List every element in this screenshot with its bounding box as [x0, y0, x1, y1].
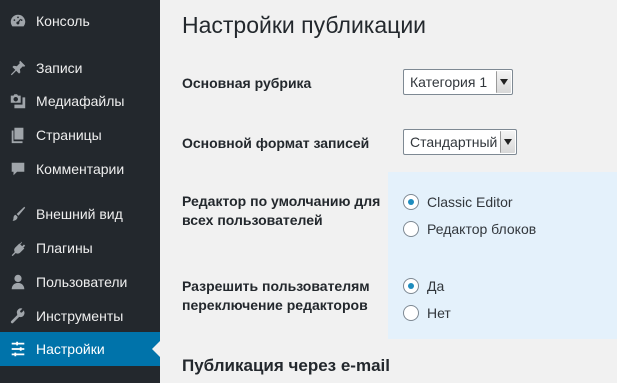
sidebar-item-pages[interactable]: Страницы: [0, 118, 160, 152]
default-category-label: Основная рубрика: [182, 75, 312, 91]
sidebar-item-dashboard[interactable]: Консоль: [0, 4, 160, 38]
default-format-label: Основной формат записей: [182, 135, 370, 151]
media-icon: [8, 91, 28, 111]
sidebar-item-label: Плагины: [36, 240, 93, 256]
section-title-email: Публикация через e-mail: [182, 356, 390, 375]
main-content: Настройки публикации Основная рубрика Ка…: [160, 0, 617, 383]
sidebar-item-users[interactable]: Пользователи: [0, 265, 160, 299]
sidebar-item-label: Консоль: [36, 13, 90, 29]
radio-checked-dot: [408, 283, 414, 289]
radio-checked-dot: [408, 199, 414, 205]
radio-allow-no[interactable]: Нет: [403, 305, 451, 321]
sidebar-item-label: Страницы: [36, 127, 102, 143]
comment-icon: [8, 159, 28, 179]
admin-sidebar: Консоль Записи Медиафайлы Страницы Комме…: [0, 0, 160, 383]
sidebar-item-label: Пользователи: [36, 274, 128, 290]
sidebar-item-plugins[interactable]: Плагины: [0, 231, 160, 265]
sidebar-item-label: Комментарии: [36, 161, 125, 177]
pin-icon: [8, 58, 28, 78]
chevron-down-icon: [500, 131, 515, 153]
radio-circle[interactable]: [403, 221, 419, 237]
default-format-value: Стандартный: [410, 134, 498, 150]
sidebar-item-label: Настройки: [36, 341, 105, 357]
brush-icon: [8, 204, 28, 224]
radio-label: Classic Editor: [427, 194, 513, 210]
default-format-select[interactable]: Стандартный: [403, 129, 517, 155]
page-title: Настройки публикации: [182, 12, 427, 38]
sidebar-item-label: Записи: [36, 60, 83, 76]
sidebar-item-label: Инструменты: [36, 308, 124, 324]
sidebar-item-tools[interactable]: Инструменты: [0, 299, 160, 333]
sidebar-item-posts[interactable]: Записи: [0, 51, 160, 85]
sidebar-item-settings[interactable]: Настройки: [0, 332, 160, 366]
default-category-value: Категория 1: [410, 74, 488, 90]
radio-allow-yes[interactable]: Да: [403, 278, 444, 294]
radio-circle[interactable]: [403, 305, 419, 321]
radio-circle[interactable]: [403, 278, 419, 294]
radio-label: Редактор блоков: [427, 221, 537, 237]
sidebar-item-appearance[interactable]: Внешний вид: [0, 197, 160, 231]
allow-switch-label: Разрешить пользователям переключение ред…: [182, 278, 370, 313]
settings-icon: [8, 339, 28, 359]
sidebar-item-label: Внешний вид: [36, 206, 123, 222]
wrench-icon: [8, 306, 28, 326]
radio-classic-editor[interactable]: Classic Editor: [403, 194, 513, 210]
sidebar-item-comments[interactable]: Комментарии: [0, 152, 160, 186]
default-category-select[interactable]: Категория 1: [403, 69, 513, 95]
dashboard-icon: [8, 11, 28, 31]
radio-label: Да: [427, 278, 445, 294]
chevron-down-icon: [496, 71, 511, 93]
radio-block-editor[interactable]: Редактор блоков: [403, 221, 536, 237]
plugin-icon: [8, 238, 28, 258]
user-icon: [8, 272, 28, 292]
sidebar-item-label: Медиафайлы: [36, 93, 125, 109]
radio-circle[interactable]: [403, 194, 419, 210]
sidebar-item-media[interactable]: Медиафайлы: [0, 84, 160, 118]
radio-label: Нет: [427, 305, 451, 321]
active-indicator-arrow: [152, 341, 160, 357]
pages-icon: [8, 125, 28, 145]
default-editor-label: Редактор по умолчанию для всех пользоват…: [182, 193, 381, 228]
